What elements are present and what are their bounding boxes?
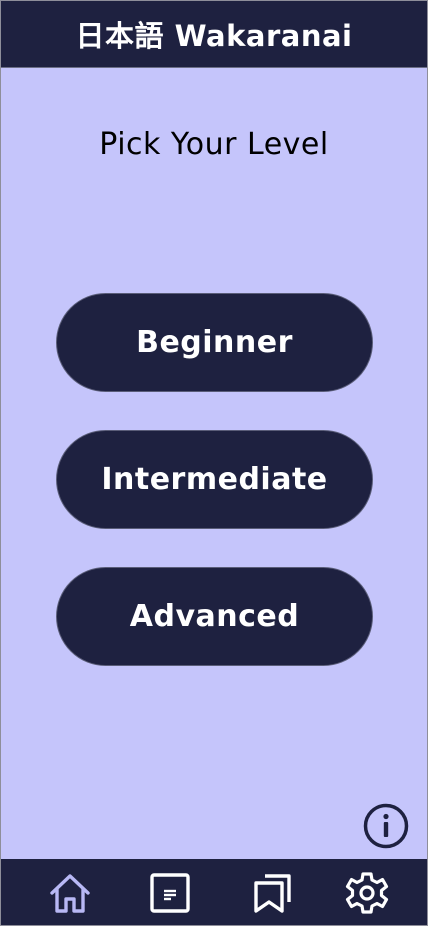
advanced-button[interactable]: Advanced <box>56 567 373 666</box>
info-icon[interactable] <box>363 803 409 849</box>
app-title: 日本語 Wakaranai <box>75 19 353 53</box>
app-frame: 日本語 Wakaranai Pick Your Level Beginner I… <box>0 0 428 926</box>
bookmarks-icon[interactable] <box>251 871 295 915</box>
beginner-button[interactable]: Beginner <box>56 293 373 392</box>
top-bar: 日本語 Wakaranai <box>1 1 427 68</box>
intermediate-button[interactable]: Intermediate <box>56 430 373 529</box>
gear-icon[interactable] <box>345 871 389 915</box>
notes-icon[interactable] <box>148 871 192 915</box>
bottom-nav <box>1 859 427 925</box>
page-title: Pick Your Level <box>99 127 329 162</box>
home-icon[interactable] <box>48 871 92 915</box>
